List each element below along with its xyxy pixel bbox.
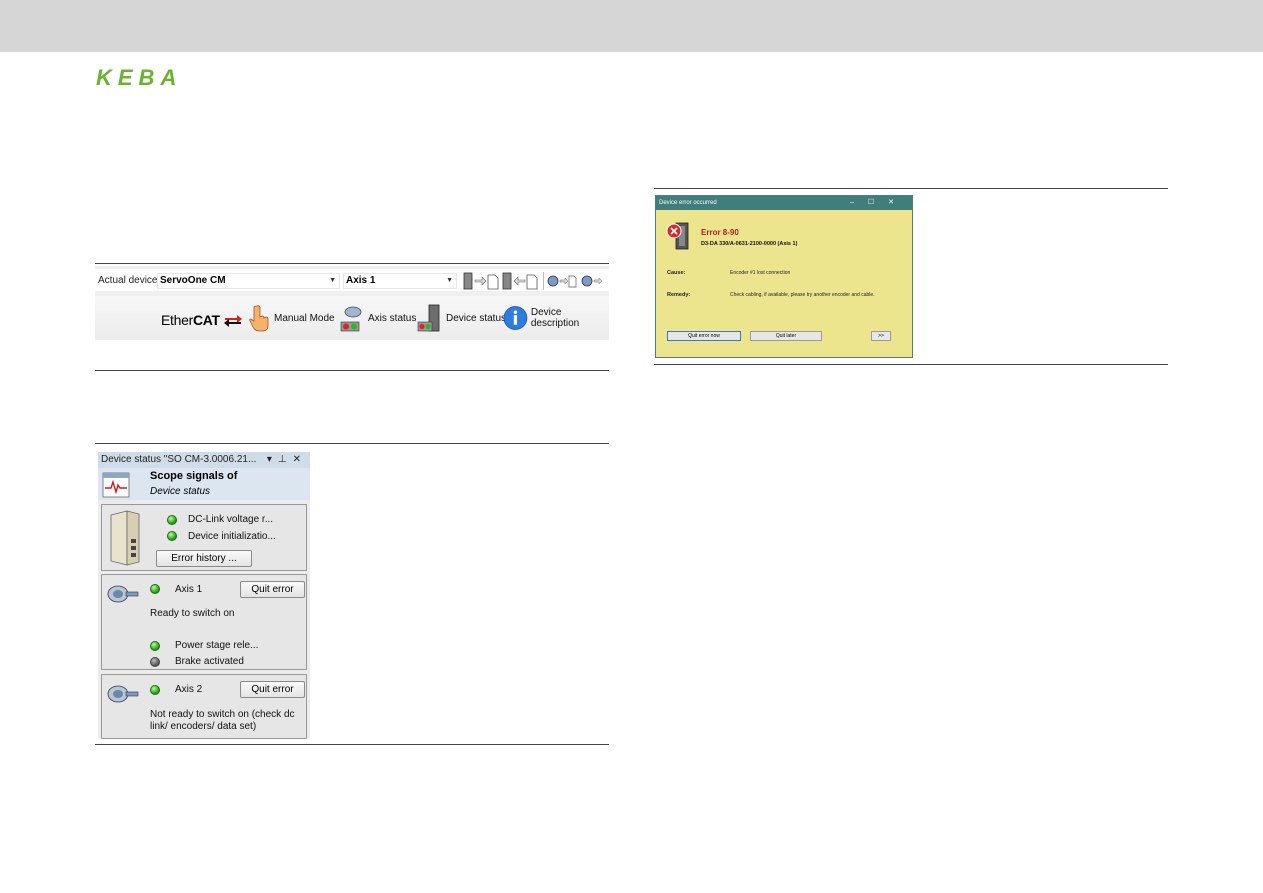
rule-dialog-bottom [654, 364, 1168, 365]
chevron-down-icon: ▼ [446, 277, 453, 284]
svg-text:KEBA: KEBA [96, 66, 182, 88]
device-select[interactable]: ServoOne CM ▼ [157, 273, 340, 289]
device-status-label: Device status [446, 312, 507, 324]
more-button[interactable]: >> [871, 331, 891, 341]
device-status-panel: Device status "SO CM-3.0006.21... ▾⊥✕ Sc… [98, 452, 310, 739]
file-to-device-icon[interactable] [502, 272, 538, 290]
device-status-title: Device status "SO CM-3.0006.21... [101, 454, 257, 465]
device-description-label: Device description [530, 307, 580, 329]
manual-mode-button[interactable]: Manual Mode [249, 304, 335, 332]
device-error-icon [666, 222, 689, 250]
toolbar-screenshot: Actual device: ServoOne CM ▼ Axis 1 ▼ Et… [95, 266, 609, 340]
cause-text: Encoder #1 lost connection [730, 270, 791, 276]
axis1-label: Axis 1 [175, 584, 203, 595]
close-icon[interactable]: ✕ [888, 199, 908, 206]
brake-status: Brake activated [175, 656, 244, 667]
rule-toolbar-top [95, 263, 609, 264]
ethercat-button[interactable]: EtherCAT [161, 312, 243, 328]
error-history-button[interactable]: Error history ... [156, 550, 252, 567]
dc-link-status: DC-Link voltage r... [188, 514, 274, 525]
toolbar-row-device: Actual device: ServoOne CM ▼ Axis 1 ▼ [95, 269, 609, 291]
axis-status-button[interactable]: Axis status [339, 304, 416, 332]
status-led [150, 641, 160, 651]
scope-signal-icon [102, 472, 130, 498]
rule-toolbar-bottom [95, 370, 609, 371]
page-header-bar [0, 0, 1263, 52]
cause-label: Cause: [667, 270, 686, 276]
axis-status-label: Axis status [368, 312, 417, 324]
info-icon [503, 306, 528, 330]
status-led-off [150, 657, 160, 667]
ethercat-label-prefix: Ether [161, 312, 193, 328]
axis-to-file-icon[interactable] [547, 273, 607, 289]
remedy-label: Remedy: [667, 292, 691, 298]
keba-logo: KEBA [96, 65, 196, 90]
axis2-label: Axis 2 [175, 684, 203, 695]
device-description-button[interactable]: Device description [503, 304, 609, 332]
toolbar-separator [543, 272, 544, 290]
device-status-icon [417, 304, 440, 332]
rule-status-bottom [95, 744, 609, 745]
axis2-box: Axis 2 Quit error Not ready to switch on… [101, 674, 307, 739]
window-controls: –☐✕ [850, 196, 908, 210]
power-stage-status: Power stage rele... [175, 640, 259, 651]
dialog-title: Device error occurred [659, 200, 717, 206]
motor-icon [107, 585, 139, 603]
minimize-icon[interactable]: – [850, 199, 868, 206]
status-led [150, 685, 160, 695]
error-device: D3-DA 330/A-0631-2100-0000 (Axis 1) [701, 241, 798, 247]
scope-subtitle: Device status [150, 486, 211, 497]
ethercat-label-suffix: CAT [192, 312, 220, 328]
axis2-state-line1: Not ready to switch on (check dc [150, 709, 295, 720]
error-code: Error 8-90 [701, 228, 739, 237]
maximize-icon[interactable]: ☐ [868, 199, 888, 206]
remedy-text: Check cabling, if available, please try … [730, 292, 875, 298]
quit-later-button[interactable]: Quit later [750, 331, 822, 341]
rule-dialog-top [654, 188, 1168, 189]
ethercat-arrows-icon [224, 315, 243, 328]
manual-mode-label: Manual Mode [274, 312, 335, 324]
toolbar-row-actions: EtherCAT Manual Mode Axis status Device … [95, 296, 609, 340]
status-led [150, 584, 160, 594]
axis1-quit-error-button[interactable]: Quit error [240, 581, 305, 598]
quit-error-now-button[interactable]: Quit error now [667, 331, 741, 341]
scope-title: Scope signals of [150, 470, 238, 482]
axis1-box: Axis 1 Quit error Ready to switch on Pow… [101, 574, 307, 670]
chevron-down-icon: ▼ [329, 277, 336, 284]
panel-controls: ▾⊥✕ [267, 452, 307, 468]
device-status-titlebar: Device status "SO CM-3.0006.21... ▾⊥✕ [98, 452, 310, 468]
scope-header: Scope signals of Device status [98, 468, 310, 500]
status-led [167, 531, 177, 541]
rule-status-top [95, 443, 609, 444]
axis1-state: Ready to switch on [150, 608, 235, 619]
close-icon[interactable]: ✕ [293, 454, 307, 465]
device-status-button[interactable]: Device status [417, 304, 506, 332]
motor-icon [107, 685, 139, 703]
axis2-state-line2: link/ encoders/ data set) [150, 721, 257, 732]
axis2-quit-error-button[interactable]: Quit error [240, 681, 305, 698]
actual-device-label: Actual device: [98, 275, 161, 286]
axis-select-value: Axis 1 [346, 275, 376, 286]
dropdown-icon[interactable]: ▾ [267, 454, 278, 465]
hand-pointer-icon [249, 305, 269, 332]
status-led [167, 515, 177, 525]
device-box: DC-Link voltage r... Device initializati… [101, 504, 307, 571]
axis-select[interactable]: Axis 1 ▼ [343, 273, 457, 289]
servo-drive-icon [110, 510, 140, 566]
device-error-dialog: Device error occurred –☐✕ Error 8-90 D3-… [655, 195, 913, 358]
device-to-file-icon[interactable] [463, 272, 499, 290]
device-select-value: ServoOne CM [160, 275, 226, 286]
dialog-titlebar: Device error occurred –☐✕ [656, 196, 912, 210]
pin-icon[interactable]: ⊥ [278, 454, 293, 465]
axis-status-icon [340, 306, 362, 332]
device-init-status: Device initializatio... [188, 531, 276, 542]
transfer-icons [463, 272, 538, 290]
